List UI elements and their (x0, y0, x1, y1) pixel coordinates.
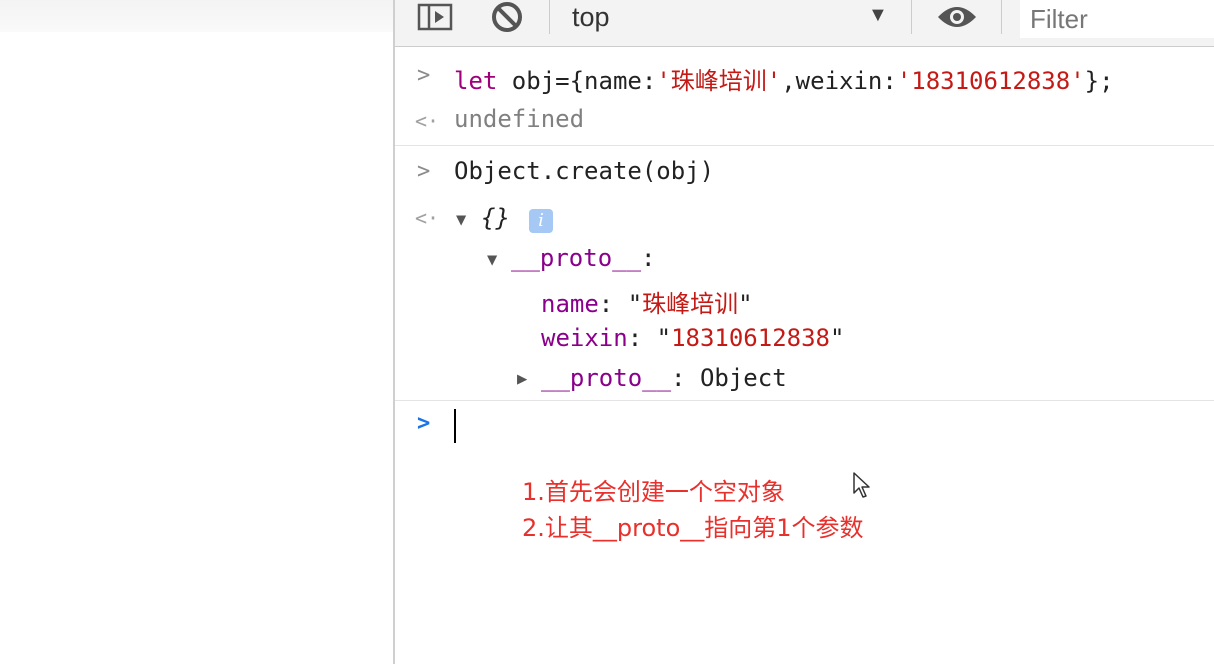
input-chevron-icon: > (417, 63, 431, 88)
message-divider (395, 400, 1214, 401)
sidebar-toggle-icon[interactable] (415, 0, 455, 34)
eye-icon[interactable] (935, 0, 979, 34)
console-toolbar: top ▼ (395, 0, 1214, 47)
collapsed-triangle-icon[interactable]: ▶ (517, 369, 527, 389)
context-selector[interactable]: top (572, 0, 610, 34)
mouse-pointer-icon (852, 471, 872, 504)
toolbar-separator (549, 0, 550, 34)
console-prompt-line[interactable]: > (395, 409, 1214, 445)
proto-tree-row[interactable]: ▼ __proto__: (395, 244, 1214, 278)
annotation-line-1: 1.首先会创建一个空对象 (522, 478, 785, 506)
property-weixin: weixin: "18310612838" (541, 324, 845, 352)
devtools-panel: top ▼ > let obj={name:'珠峰培训',weixin:'183… (395, 0, 1214, 664)
info-icon[interactable]: i (529, 209, 553, 233)
object-summary-line[interactable]: <· ▼ {} i (395, 204, 1214, 238)
console-input-line: > let obj={name:'珠峰培训',weixin:'183106128… (395, 61, 1214, 95)
property-name: name: "珠峰培训" (541, 290, 753, 318)
nested-proto-label: __proto__: Object (541, 364, 787, 392)
annotation-line-2: 2.让其__proto__指向第1个参数 (522, 514, 864, 542)
message-divider (395, 145, 1214, 146)
result-arrow-icon: <· (415, 206, 440, 230)
context-dropdown-arrow[interactable]: ▼ (868, 0, 888, 34)
proto-label: __proto__: (511, 244, 656, 272)
input-code[interactable]: Object.create(obj) (454, 157, 714, 185)
clear-console-icon[interactable] (487, 0, 527, 34)
toolbar-separator (1001, 0, 1002, 34)
toolbar-separator (911, 0, 912, 34)
result-arrow-icon: <· (415, 109, 440, 133)
property-row: name: "珠峰培训" (395, 284, 1214, 318)
text-caret (454, 409, 456, 443)
input-chevron-icon: > (417, 159, 431, 184)
page-top-strip (0, 0, 393, 32)
nested-proto-row[interactable]: ▶ __proto__: Object (395, 364, 1214, 398)
input-code[interactable]: let obj={name:'珠峰培训',weixin:'18310612838… (454, 61, 1114, 96)
expand-triangle-icon[interactable]: ▼ (487, 250, 497, 270)
console-input-line: > Object.create(obj) (395, 157, 1214, 191)
expand-triangle-icon[interactable]: ▼ (456, 210, 466, 230)
page-viewport (0, 0, 393, 664)
filter-input[interactable] (1020, 0, 1214, 38)
object-summary[interactable]: {} (481, 204, 510, 232)
prompt-chevron-icon: > (417, 411, 431, 436)
console-result-line: <· undefined (395, 105, 1214, 139)
property-row: weixin: "18310612838" (395, 324, 1214, 358)
result-value: undefined (454, 105, 585, 133)
